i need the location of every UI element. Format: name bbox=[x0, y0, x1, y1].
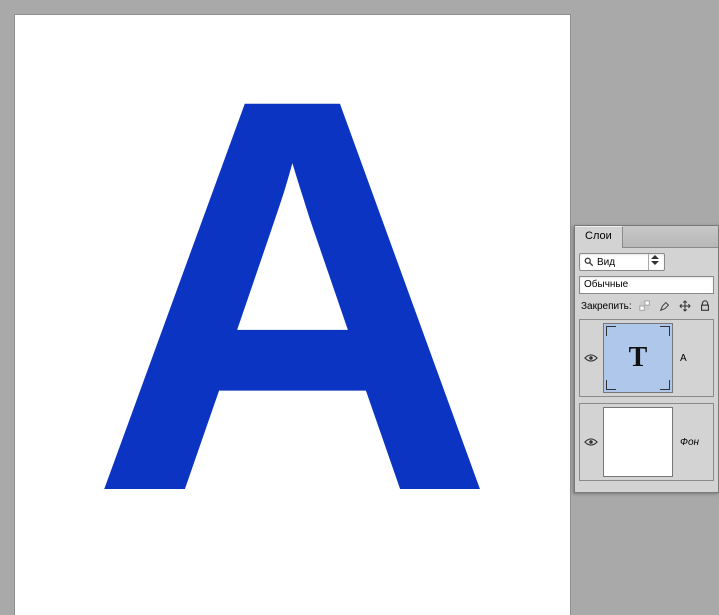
canvas[interactable]: А bbox=[15, 15, 570, 615]
chevron-down-icon bbox=[651, 261, 659, 265]
tab-layers[interactable]: Слои bbox=[575, 226, 623, 248]
lock-transparency-icon[interactable] bbox=[638, 299, 652, 313]
visibility-eye-icon[interactable] bbox=[584, 437, 598, 447]
layer-name[interactable]: A bbox=[674, 353, 713, 364]
visibility-eye-icon[interactable] bbox=[584, 353, 598, 363]
panel-body: Вид Обычные Закрепить: bbox=[575, 248, 718, 492]
layer-thumbnail[interactable] bbox=[604, 408, 672, 476]
panel-tab-strip: Слои bbox=[575, 226, 718, 248]
lock-row: Закрепить: bbox=[579, 299, 714, 313]
layer-thumbnail[interactable]: T bbox=[604, 324, 672, 392]
search-icon bbox=[584, 257, 594, 267]
lock-move-icon[interactable] bbox=[678, 299, 692, 313]
layer-filter-combo[interactable]: Вид bbox=[579, 253, 665, 271]
blend-mode-combo[interactable]: Обычные bbox=[579, 276, 714, 294]
filter-stepper[interactable] bbox=[648, 254, 660, 270]
canvas-text-object[interactable]: А bbox=[90, 15, 494, 575]
lock-paint-icon[interactable] bbox=[658, 299, 672, 313]
lock-label: Закрепить: bbox=[581, 301, 632, 312]
lock-all-icon[interactable] bbox=[698, 299, 712, 313]
layer-name[interactable]: Фон bbox=[674, 437, 713, 448]
text-layer-icon: T bbox=[629, 342, 648, 374]
layer-row-text[interactable]: T A bbox=[579, 319, 714, 397]
layer-row-background[interactable]: Фон bbox=[579, 403, 714, 481]
filter-label: Вид bbox=[597, 257, 646, 268]
chevron-up-icon bbox=[651, 255, 659, 259]
layers-panel: Слои Вид Обычные Закрепить: bbox=[574, 225, 719, 493]
